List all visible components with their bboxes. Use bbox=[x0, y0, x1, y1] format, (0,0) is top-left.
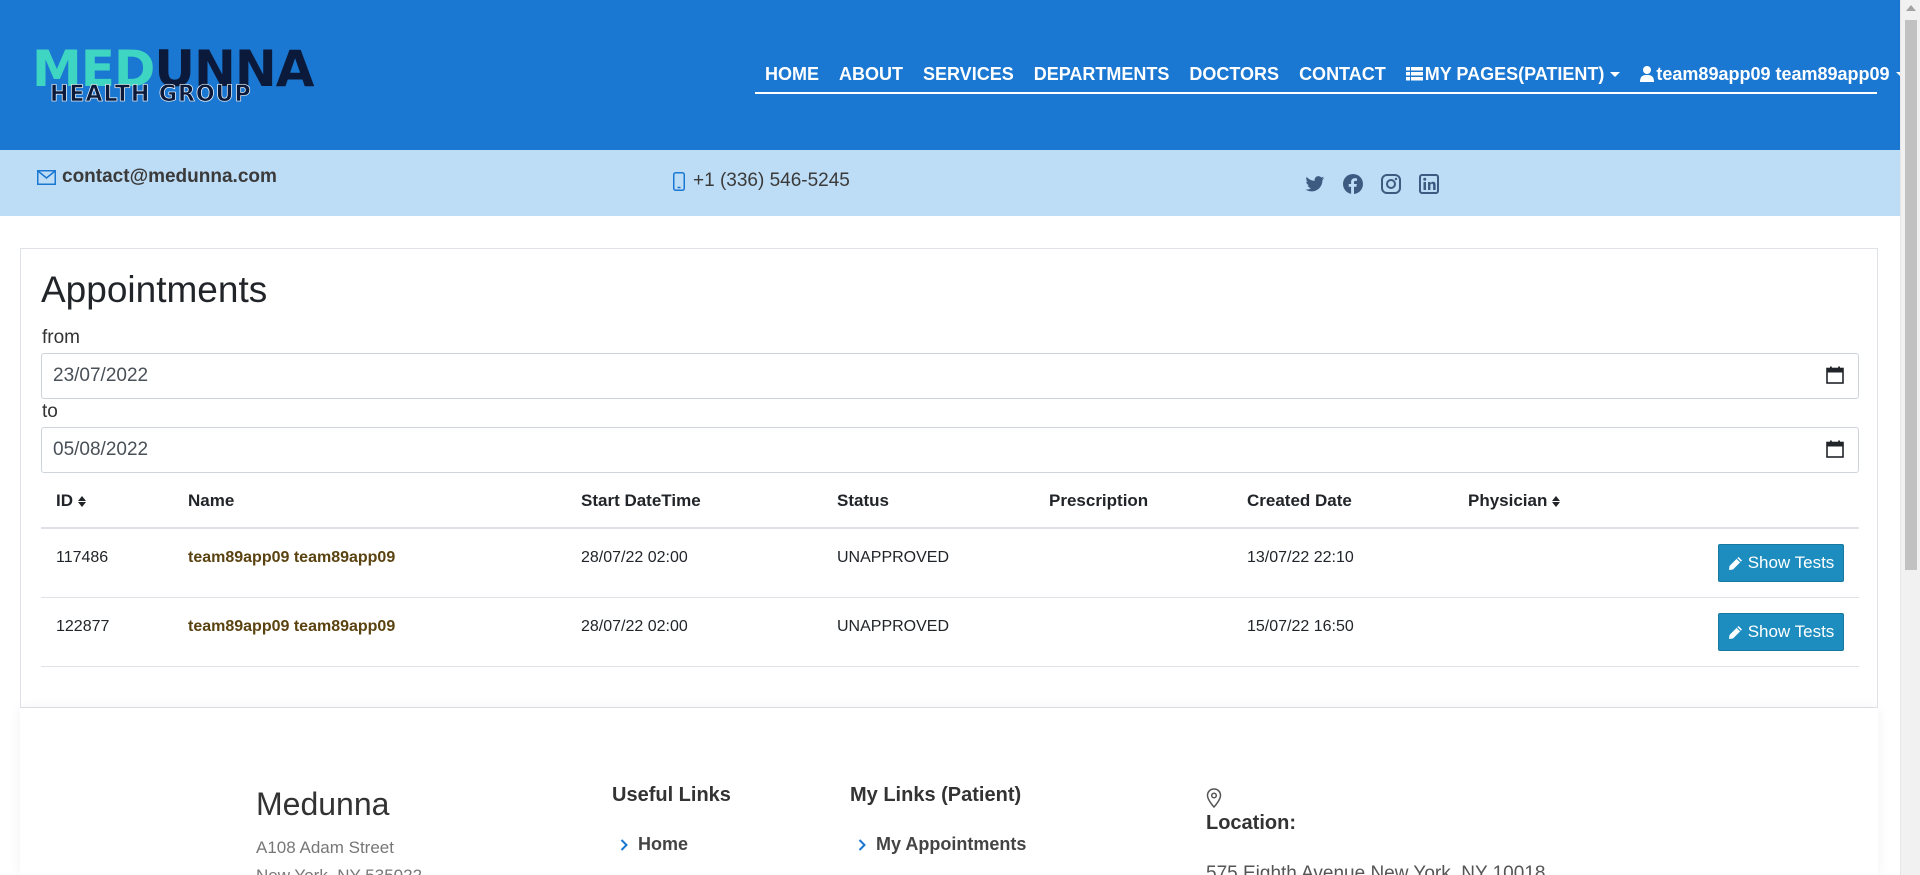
calendar-icon[interactable] bbox=[1826, 440, 1844, 458]
site-header: MEDUNNA HEALTH GROUP HOME ABOUT SERVICES… bbox=[0, 0, 1906, 150]
pencil-icon bbox=[1728, 625, 1742, 639]
column-start-header: Start DateTime bbox=[581, 491, 701, 510]
column-physician-label: Physician bbox=[1468, 491, 1548, 510]
cell-name-link[interactable]: team89app09 team89app09 bbox=[188, 618, 395, 636]
appointments-card: Appointments from 23/07/2022 to 05/08/20… bbox=[20, 248, 1878, 708]
cell-status: UNAPPROVED bbox=[837, 618, 950, 635]
nav-my-pages-dropdown[interactable]: MY PAGES(PATIENT) bbox=[1405, 58, 1621, 90]
calendar-icon[interactable] bbox=[1826, 366, 1844, 384]
show-tests-label: Show Tests bbox=[1747, 622, 1835, 641]
envelope-icon bbox=[37, 169, 56, 185]
column-created-header: Created Date bbox=[1247, 491, 1352, 510]
contact-email[interactable]: contact@medunna.com bbox=[37, 166, 277, 188]
scroll-up-arrow-icon[interactable] bbox=[1906, 5, 1916, 11]
from-date-value: 23/07/2022 bbox=[53, 365, 149, 386]
nav-home[interactable]: HOME bbox=[765, 58, 819, 90]
from-label: from bbox=[42, 327, 80, 348]
contact-phone[interactable]: +1 (336) 546-5245 bbox=[673, 170, 850, 192]
location-heading: Location: bbox=[1206, 812, 1296, 834]
table-row: 117486 team89app09 team89app09 28/07/22 … bbox=[41, 529, 1859, 598]
footer-link-my-appointments-label: My Appointments bbox=[876, 834, 1027, 854]
to-date-input[interactable]: 05/08/2022 bbox=[41, 427, 1859, 473]
nav-user-dropdown[interactable]: team89app09 team89app09 bbox=[1640, 58, 1906, 90]
column-id-label: ID bbox=[56, 491, 73, 510]
to-date-value: 05/08/2022 bbox=[53, 439, 149, 460]
chevron-down-icon bbox=[1610, 71, 1621, 77]
footer-link-home[interactable]: Home bbox=[620, 834, 688, 855]
appointments-table: ID Name Start DateTime Status Prescripti… bbox=[41, 475, 1859, 667]
contact-info-bar: contact@medunna.com +1 (336) 546-5245 bbox=[0, 150, 1900, 216]
phone-icon bbox=[673, 171, 685, 191]
column-status-header: Status bbox=[837, 491, 889, 510]
chevron-right-icon bbox=[620, 838, 628, 851]
twitter-icon[interactable] bbox=[1302, 172, 1328, 196]
nav-services[interactable]: SERVICES bbox=[923, 58, 1014, 90]
site-footer: Medunna A108 Adam Street New York, NY 53… bbox=[20, 708, 1878, 875]
cell-status: UNAPPROVED bbox=[837, 549, 950, 566]
cell-name-link[interactable]: team89app09 team89app09 bbox=[188, 549, 395, 567]
logo-subtitle: HEALTH GROUP bbox=[50, 82, 252, 108]
from-date-input[interactable]: 23/07/2022 bbox=[41, 353, 1859, 399]
nav-user-label: team89app09 team89app09 bbox=[1656, 63, 1890, 84]
to-label: to bbox=[42, 401, 58, 422]
cell-id: 117486 bbox=[56, 549, 109, 566]
facebook-icon[interactable] bbox=[1340, 172, 1366, 196]
nav-my-pages-label: MY PAGES(PATIENT) bbox=[1424, 63, 1605, 84]
footer-address-line1: A108 Adam Street bbox=[256, 838, 394, 857]
my-links-heading: My Links (Patient) bbox=[850, 784, 1022, 806]
sort-icon[interactable] bbox=[78, 495, 86, 507]
nav-doctors[interactable]: DOCTORS bbox=[1189, 58, 1279, 90]
table-row: 122877 team89app09 team89app09 28/07/22 … bbox=[41, 598, 1859, 667]
nav-departments[interactable]: DEPARTMENTS bbox=[1034, 58, 1170, 90]
linkedin-icon[interactable] bbox=[1416, 172, 1442, 196]
map-pin-icon bbox=[1206, 788, 1222, 808]
show-tests-button[interactable]: Show Tests bbox=[1718, 544, 1844, 582]
contact-email-text: contact@medunna.com bbox=[62, 166, 277, 187]
show-tests-label: Show Tests bbox=[1747, 553, 1835, 572]
scrollbar-thumb[interactable] bbox=[1905, 20, 1917, 570]
column-name-header: Name bbox=[188, 491, 235, 510]
column-id-header[interactable]: ID bbox=[56, 491, 86, 511]
footer-link-home-label: Home bbox=[638, 834, 689, 854]
footer-address-line2: New York, NY 535022 bbox=[256, 866, 422, 875]
column-physician-header[interactable]: Physician bbox=[1468, 491, 1561, 511]
page-title: Appointments bbox=[41, 269, 268, 310]
pencil-icon bbox=[1728, 556, 1742, 570]
cell-created: 13/07/22 22:10 bbox=[1247, 549, 1354, 566]
main-nav: HOME ABOUT SERVICES DEPARTMENTS DOCTORS … bbox=[755, 58, 1906, 94]
location-address: 575 Eighth Avenue New York, NY 10018 bbox=[1206, 863, 1546, 875]
user-icon bbox=[1640, 66, 1655, 82]
table-header: ID Name Start DateTime Status Prescripti… bbox=[41, 475, 1859, 529]
cell-start: 28/07/22 02:00 bbox=[581, 549, 688, 566]
column-prescription-header: Prescription bbox=[1049, 491, 1149, 510]
chevron-right-icon bbox=[858, 838, 866, 851]
sort-icon[interactable] bbox=[1552, 495, 1561, 507]
cell-created: 15/07/22 16:50 bbox=[1247, 618, 1354, 635]
medunna-logo[interactable]: MEDUNNA HEALTH GROUP bbox=[32, 44, 392, 110]
instagram-icon[interactable] bbox=[1378, 172, 1404, 196]
useful-links-heading: Useful Links bbox=[612, 784, 731, 806]
cell-id: 122877 bbox=[56, 618, 110, 635]
social-links bbox=[1302, 172, 1454, 196]
show-tests-button[interactable]: Show Tests bbox=[1718, 613, 1844, 651]
footer-link-my-appointments[interactable]: My Appointments bbox=[858, 834, 1026, 855]
nav-contact[interactable]: CONTACT bbox=[1299, 58, 1386, 90]
nav-about[interactable]: ABOUT bbox=[839, 58, 903, 90]
contact-phone-text: +1 (336) 546-5245 bbox=[693, 170, 850, 191]
page-scrollbar[interactable] bbox=[1900, 0, 1920, 875]
list-icon bbox=[1405, 67, 1423, 81]
footer-brand: Medunna bbox=[256, 786, 390, 822]
cell-start: 28/07/22 02:00 bbox=[581, 618, 688, 635]
